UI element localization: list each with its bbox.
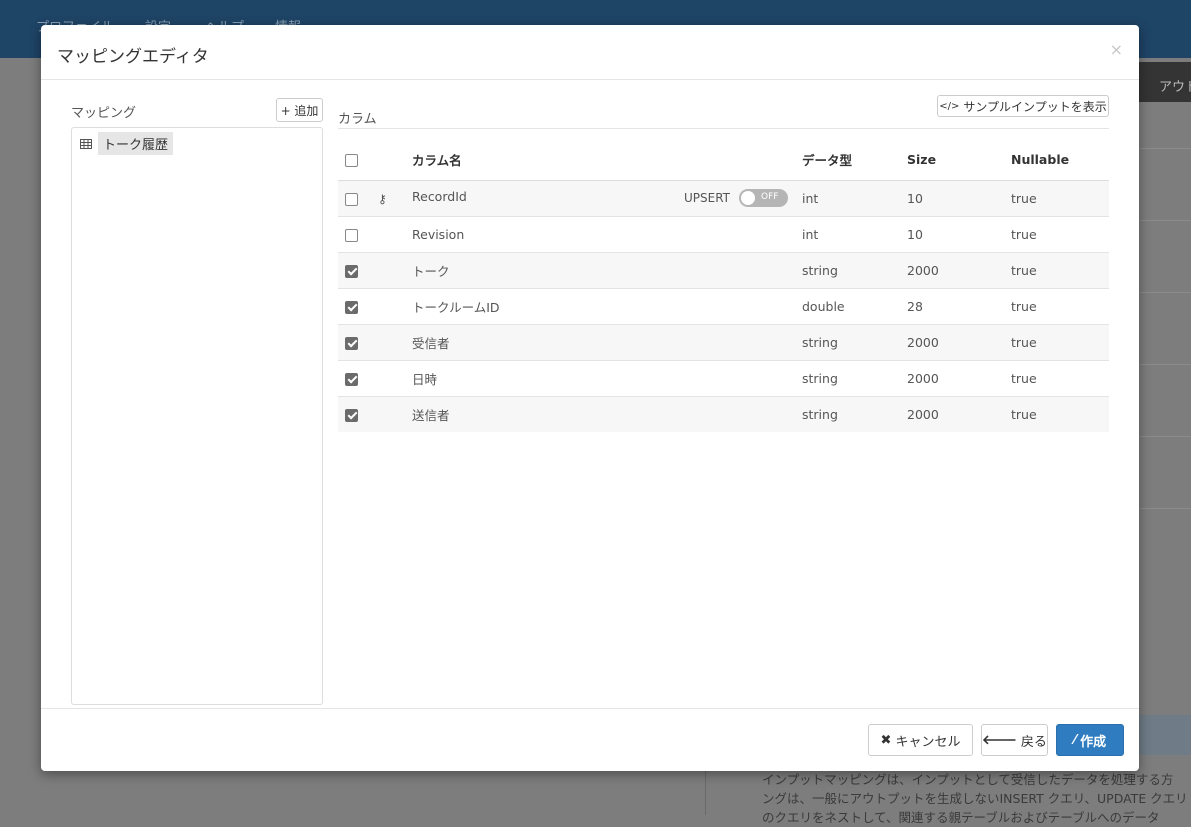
column-name: Revision xyxy=(412,227,464,242)
code-icon: </> xyxy=(939,101,959,112)
create-button[interactable]: ⁄ 作成 xyxy=(1056,724,1124,756)
key-icon: ⚷ xyxy=(378,192,387,206)
table-row: Revision int 10 true xyxy=(338,216,1109,252)
back-label: 戻る xyxy=(1021,731,1047,750)
create-label: 作成 xyxy=(1080,731,1106,750)
column-type: string xyxy=(802,252,907,288)
bg-description: インプットマッピングは、インプットとして受信したデータを処理する方 ングは、一般… xyxy=(762,770,1191,827)
column-name: RecordId xyxy=(412,189,467,204)
column-nullable: true xyxy=(1011,324,1109,360)
column-type: int xyxy=(802,180,907,216)
row-checkbox[interactable] xyxy=(345,193,358,206)
cancel-button[interactable]: ✖キャンセル xyxy=(868,724,973,756)
row-checkbox[interactable] xyxy=(345,265,358,278)
column-size: 28 xyxy=(907,288,1011,324)
column-name: トーク xyxy=(412,264,450,279)
column-nullable: true xyxy=(1011,396,1109,432)
columns-label: カラム xyxy=(338,108,377,127)
column-size: 2000 xyxy=(907,360,1011,396)
row-checkbox[interactable] xyxy=(345,301,358,314)
cancel-label: キャンセル xyxy=(895,731,960,750)
column-nullable: true xyxy=(1011,360,1109,396)
column-size: 2000 xyxy=(907,252,1011,288)
header-type[interactable]: データ型 xyxy=(802,140,907,180)
column-type: string xyxy=(802,360,907,396)
mapping-tree: トーク履歴 xyxy=(71,127,323,705)
column-size: 10 xyxy=(907,216,1011,252)
column-name: 送信者 xyxy=(412,408,450,423)
modal-header: マッピングエディタ × xyxy=(41,25,1139,80)
table-row: トーク string 2000 true xyxy=(338,252,1109,288)
row-checkbox[interactable] xyxy=(345,409,358,422)
close-icon[interactable]: × xyxy=(1110,40,1123,59)
background-tab: アウトプット xyxy=(1139,62,1191,102)
show-sample-input-button[interactable]: </> サンプルインプットを表示 xyxy=(937,95,1109,117)
toggle-state: OFF xyxy=(761,192,778,202)
column-nullable: true xyxy=(1011,180,1109,216)
footer-divider xyxy=(41,708,1139,709)
table-row: 受信者 string 2000 true xyxy=(338,324,1109,360)
select-all-checkbox[interactable] xyxy=(345,154,358,167)
magic-wand-icon: ⁄ xyxy=(1074,733,1076,748)
show-sample-input-label: サンプルインプットを表示 xyxy=(963,98,1106,115)
mapping-editor-modal: マッピングエディタ × マッピング + 追加 トーク履歴 カラム </> サンプ… xyxy=(41,25,1139,771)
header-size[interactable]: Size xyxy=(907,140,1011,180)
bg-divider xyxy=(1139,436,1191,437)
header-name[interactable]: カラム名 xyxy=(412,140,802,180)
row-checkbox[interactable] xyxy=(345,373,358,386)
bg-text-line: ングは、一般にアウトプットを生成しないINSERT クエリ、UPDATE クエリ xyxy=(762,789,1191,808)
column-type: int xyxy=(802,216,907,252)
close-icon: ✖ xyxy=(881,733,892,748)
column-nullable: true xyxy=(1011,216,1109,252)
row-checkbox[interactable] xyxy=(345,337,358,350)
column-size: 2000 xyxy=(907,396,1011,432)
upsert-label: UPSERT xyxy=(684,191,730,205)
table-row: 日時 string 2000 true xyxy=(338,360,1109,396)
bg-divider xyxy=(1139,508,1191,509)
bg-divider xyxy=(1139,292,1191,293)
column-name: トークルームID xyxy=(412,300,500,315)
column-type: double xyxy=(802,288,907,324)
column-size: 2000 xyxy=(907,324,1011,360)
tree-node-label: トーク履歴 xyxy=(98,132,173,155)
table-icon xyxy=(80,139,92,149)
upsert-control: UPSERT OFF xyxy=(684,189,788,207)
column-type: string xyxy=(802,324,907,360)
bg-divider xyxy=(1139,220,1191,221)
column-size: 10 xyxy=(907,180,1011,216)
mapping-label: マッピング xyxy=(71,102,136,121)
table-row: ⚷ RecordId UPSERT OFF int 10 true xyxy=(338,180,1109,216)
upsert-toggle[interactable]: OFF xyxy=(739,189,788,207)
tree-node[interactable]: トーク履歴 xyxy=(80,132,173,155)
column-name: 受信者 xyxy=(412,336,450,351)
back-button[interactable]: 🡐戻る xyxy=(981,724,1048,756)
header-nullable[interactable]: Nullable xyxy=(1011,140,1109,180)
add-mapping-button[interactable]: + 追加 xyxy=(276,98,323,122)
bg-divider xyxy=(1139,364,1191,365)
bg-text-line: のクエリをネストして、関連する親テーブルおよびテーブルへのデータ xyxy=(762,808,1191,827)
bg-divider xyxy=(705,771,706,815)
column-nullable: true xyxy=(1011,288,1109,324)
row-checkbox[interactable] xyxy=(345,229,358,242)
column-nullable: true xyxy=(1011,252,1109,288)
divider xyxy=(338,128,1109,129)
bg-text-line: インプットマッピングは、インプットとして受信したデータを処理する方 xyxy=(762,770,1191,789)
modal-title: マッピングエディタ xyxy=(57,42,209,67)
table-row: トークルームID double 28 true xyxy=(338,288,1109,324)
arrow-left-icon: 🡐 xyxy=(982,732,1017,748)
table-header: カラム名 データ型 Size Nullable xyxy=(338,140,1109,180)
bg-divider xyxy=(1139,148,1191,149)
table-row: 送信者 string 2000 true xyxy=(338,396,1109,432)
columns-table: カラム名 データ型 Size Nullable ⚷ RecordId UPSERT… xyxy=(338,140,1109,432)
column-name: 日時 xyxy=(412,372,437,387)
column-type: string xyxy=(802,396,907,432)
